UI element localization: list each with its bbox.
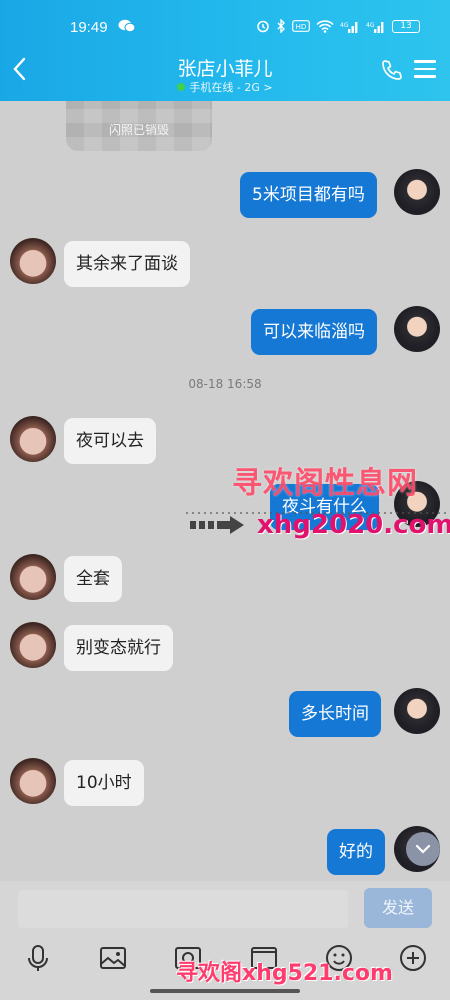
signal-icon: 4G	[340, 21, 358, 33]
watermark-bottom: 寻欢阁xhg521.com	[176, 961, 393, 986]
my-avatar[interactable]	[394, 688, 440, 734]
online-dot	[177, 83, 186, 91]
watermark-top: 寻欢阁性息网	[232, 466, 418, 501]
message-bubble-in[interactable]: 别变态就行	[64, 625, 173, 671]
alarm-icon	[257, 20, 269, 33]
message-bubble-out[interactable]: 好的	[327, 829, 385, 875]
plus-icon[interactable]	[396, 941, 430, 975]
microphone-icon[interactable]	[21, 941, 55, 975]
home-indicator[interactable]	[150, 989, 300, 993]
chat-header: 19:49 HD 4G 4G 13 张店小菲儿 手机在线 - 2G >	[0, 0, 450, 101]
contact-avatar[interactable]	[10, 758, 56, 804]
contact-avatar[interactable]	[10, 238, 56, 284]
photo-icon[interactable]	[96, 941, 130, 975]
message-timestamp: 08-18 16:58	[188, 377, 262, 391]
hd-icon: HD	[292, 20, 310, 32]
message-bubble-out[interactable]: 可以来临淄吗	[251, 309, 377, 355]
phone-icon[interactable]	[380, 58, 406, 84]
message-bubble-in[interactable]: 其余来了面谈	[64, 241, 190, 287]
svg-text:HD: HD	[296, 23, 307, 31]
contact-avatar[interactable]	[10, 622, 56, 668]
battery-level: 13	[400, 21, 412, 31]
watermark-arrow-icon	[190, 516, 244, 534]
bluetooth-icon	[277, 19, 285, 33]
watermark-mid: xhg2020.com	[257, 510, 450, 540]
message-bubble-in[interactable]: 10小时	[64, 760, 144, 806]
send-button[interactable]: 发送	[364, 888, 432, 928]
contact-avatar[interactable]	[10, 554, 56, 600]
status-icons: HD 4G 4G 13	[256, 19, 420, 33]
svg-text:4G: 4G	[340, 22, 349, 29]
online-status-text: 手机在线 - 2G >	[189, 81, 273, 94]
my-avatar[interactable]	[394, 306, 440, 352]
battery-icon: 13	[392, 19, 420, 33]
message-bubble-in[interactable]: 全套	[64, 556, 122, 602]
message-input[interactable]	[18, 890, 348, 928]
status-bar: 19:49 HD 4G 4G 13	[0, 16, 450, 40]
message-bubble-in[interactable]: 夜可以去	[64, 418, 156, 464]
contact-avatar[interactable]	[10, 416, 56, 462]
signal-2-icon: 4G	[366, 21, 384, 33]
wechat-icon	[118, 19, 136, 37]
menu-icon[interactable]	[414, 60, 436, 80]
wifi-icon	[316, 19, 334, 33]
flash-photo[interactable]: 闪照已销毁	[66, 101, 212, 151]
my-avatar[interactable]	[394, 169, 440, 215]
chevron-down-icon	[415, 844, 431, 854]
svg-text:4G: 4G	[366, 22, 375, 29]
status-time: 19:49	[70, 19, 108, 36]
message-bubble-out[interactable]: 多长时间	[289, 691, 381, 737]
scroll-down-button[interactable]	[406, 832, 440, 866]
message-bubble-out[interactable]: 5米项目都有吗	[240, 172, 377, 218]
flash-photo-label: 闪照已销毁	[108, 123, 169, 137]
